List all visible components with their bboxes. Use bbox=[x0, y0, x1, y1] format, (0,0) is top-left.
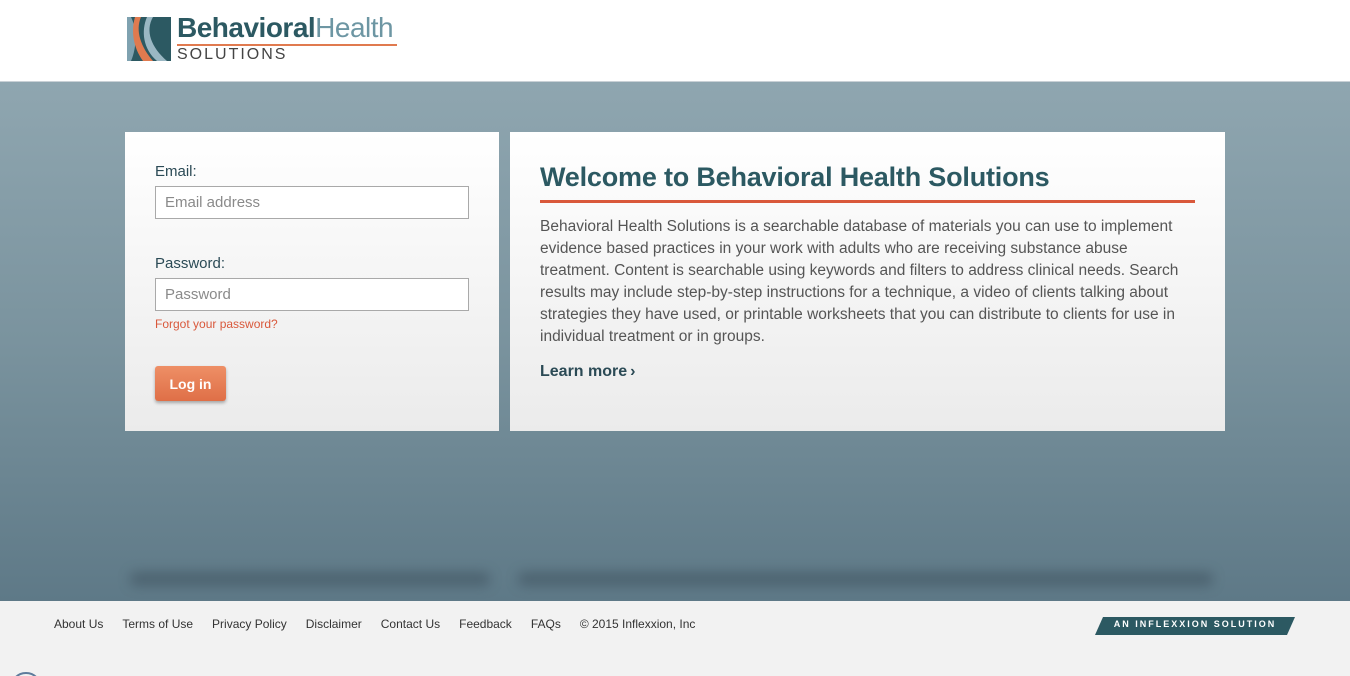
footer-link-about-us[interactable]: About Us bbox=[54, 617, 103, 631]
email-label: Email: bbox=[155, 163, 197, 180]
welcome-title: Welcome to Behavioral Health Solutions bbox=[540, 162, 1195, 203]
footer-link-disclaimer[interactable]: Disclaimer bbox=[306, 617, 362, 631]
logo-word-health: Health bbox=[315, 12, 394, 43]
site-logo[interactable]: BehavioralHealth SOLUTIONS bbox=[127, 14, 402, 63]
learn-more-label: Learn more bbox=[540, 363, 628, 380]
welcome-card: Welcome to Behavioral Health Solutions B… bbox=[510, 132, 1225, 431]
logo-wordmark: BehavioralHealth SOLUTIONS bbox=[177, 14, 397, 63]
logo-subtitle: SOLUTIONS bbox=[177, 46, 288, 63]
footer: About Us Terms of Use Privacy Policy Dis… bbox=[0, 601, 1350, 676]
footer-link-privacy-policy[interactable]: Privacy Policy bbox=[212, 617, 287, 631]
inflexxion-badge-label: AN INFLEXXION SOLUTION bbox=[1113, 619, 1277, 629]
welcome-description: Behavioral Health Solutions is a searcha… bbox=[540, 218, 1179, 345]
password-label: Password: bbox=[155, 255, 226, 272]
login-button[interactable]: Log in bbox=[155, 366, 226, 401]
logo-mark-icon bbox=[127, 17, 171, 61]
header: BehavioralHealth SOLUTIONS bbox=[0, 0, 1350, 82]
copyright-text: © 2015 Inflexxion, Inc bbox=[579, 617, 696, 631]
chevron-right-icon: › bbox=[630, 363, 636, 380]
inflexxion-badge[interactable]: AN INFLEXXION SOLUTION bbox=[1095, 617, 1295, 635]
footer-link-faqs[interactable]: FAQs bbox=[531, 617, 561, 631]
footer-link-feedback[interactable]: Feedback bbox=[459, 617, 512, 631]
logo-word-behavioral: Behavioral bbox=[177, 12, 316, 43]
email-field[interactable] bbox=[155, 186, 469, 219]
card-shadow-right bbox=[518, 572, 1213, 586]
forgot-password-link[interactable]: Forgot your password? bbox=[155, 317, 278, 331]
card-shadow-left bbox=[130, 572, 490, 586]
learn-more-link[interactable]: Learn more › bbox=[540, 363, 635, 381]
login-card: Email: Password: Forgot your password? L… bbox=[125, 132, 499, 431]
footer-link-contact-us[interactable]: Contact Us bbox=[381, 617, 440, 631]
footer-link-terms-of-use[interactable]: Terms of Use bbox=[122, 617, 193, 631]
password-field[interactable] bbox=[155, 278, 469, 311]
footer-nav: About Us Terms of Use Privacy Policy Dis… bbox=[54, 617, 695, 631]
